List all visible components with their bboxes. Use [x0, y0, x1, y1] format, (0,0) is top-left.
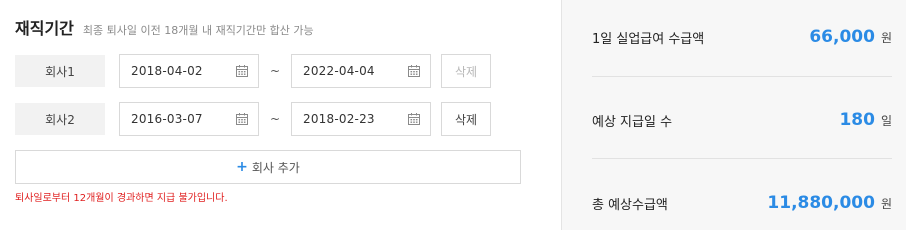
delete-button[interactable]: 삭제: [441, 102, 491, 136]
total-benefit-value-group: 11,880,000 원: [767, 193, 892, 213]
end-date-value: 2022-04-04: [303, 64, 375, 78]
calendar-icon[interactable]: [407, 112, 421, 126]
total-benefit-unit: 원: [880, 197, 892, 211]
company-label: 회사2: [15, 103, 105, 135]
start-date-value: 2018-04-02: [131, 64, 203, 78]
daily-benefit-row: 1일 실업급여 수급액 66,000 원: [592, 20, 892, 54]
end-date-input[interactable]: 2022-04-04: [291, 54, 431, 88]
add-company-button[interactable]: + 회사 추가: [15, 150, 521, 184]
daily-benefit-label: 1일 실업급여 수급액: [592, 31, 705, 47]
total-benefit-label: 총 예상수급액: [592, 197, 668, 213]
payment-days-unit: 일: [880, 114, 892, 128]
add-company-label: 회사 추가: [251, 160, 300, 175]
end-date-value: 2018-02-23: [303, 112, 375, 126]
company-label: 회사1: [15, 55, 105, 87]
employment-period-section: 재직기간 최종 퇴사일 이전 18개월 내 재직기간만 합산 가능 회사1 20…: [0, 0, 560, 230]
date-range-separator: ~: [269, 112, 281, 126]
section-subtitle: 최종 퇴사일 이전 18개월 내 재직기간만 합산 가능: [82, 24, 314, 37]
end-date-input[interactable]: 2018-02-23: [291, 102, 431, 136]
calendar-icon[interactable]: [407, 64, 421, 78]
total-benefit-value: 11,880,000: [767, 193, 875, 213]
section-header: 재직기간 최종 퇴사일 이전 18개월 내 재직기간만 합산 가능: [15, 15, 314, 39]
payment-days-row: 예상 지급일 수 180 일: [592, 103, 892, 137]
employment-row: 회사1 2018-04-02 ~ 2022-04-04 삭제: [15, 54, 491, 88]
employment-row: 회사2 2016-03-07 ~ 2018-02-23 삭제: [15, 102, 491, 136]
payment-days-value: 180: [839, 110, 875, 130]
start-date-input[interactable]: 2016-03-07: [119, 102, 259, 136]
daily-benefit-unit: 원: [880, 31, 892, 45]
plus-icon: +: [236, 159, 248, 175]
start-date-input[interactable]: 2018-04-02: [119, 54, 259, 88]
result-panel: 1일 실업급여 수급액 66,000 원 예상 지급일 수 180 일 총 예상…: [561, 0, 906, 230]
error-message: 퇴사일로부터 12개월이 경과하면 지급 불가입니다.: [15, 193, 228, 204]
section-title: 재직기간: [15, 19, 74, 38]
divider: [592, 158, 892, 159]
calendar-icon[interactable]: [235, 64, 249, 78]
start-date-value: 2016-03-07: [131, 112, 203, 126]
date-range-separator: ~: [269, 64, 281, 78]
calendar-icon[interactable]: [235, 112, 249, 126]
delete-button[interactable]: 삭제: [441, 54, 491, 88]
payment-days-value-group: 180 일: [839, 110, 892, 130]
total-benefit-row: 총 예상수급액 11,880,000 원: [592, 186, 892, 220]
payment-days-label: 예상 지급일 수: [592, 114, 673, 130]
daily-benefit-value: 66,000: [809, 27, 875, 47]
divider: [592, 76, 892, 77]
daily-benefit-value-group: 66,000 원: [809, 27, 892, 47]
